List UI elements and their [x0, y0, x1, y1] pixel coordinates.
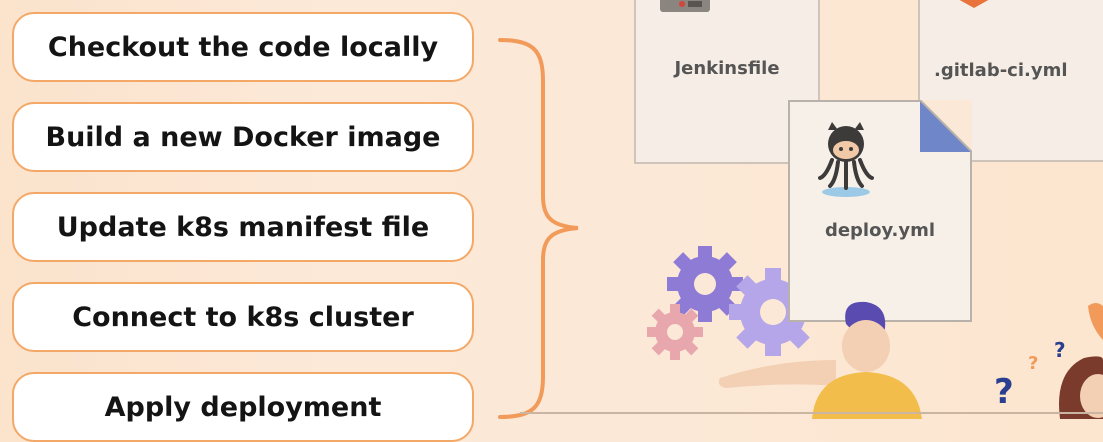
step-checkout: Checkout the code locally [12, 12, 474, 82]
step-apply-deployment: Apply deployment [12, 372, 474, 442]
github-octocat-icon [818, 122, 874, 197]
file-label-gitlab-ci: .gitlab-ci.yml [934, 60, 1068, 81]
file-label-jenkinsfile: Jenkinsfile [674, 58, 780, 79]
jenkins-icon [660, 0, 710, 12]
step-build-image: Build a new Docker image [12, 102, 474, 172]
step-label: Apply deployment [104, 391, 382, 423]
floor-line [520, 412, 1103, 414]
deploy-yml-document: deploy.yml [788, 100, 972, 322]
curly-brace-icon [498, 38, 579, 419]
gitlab-icon [959, 0, 989, 8]
step-label: Update k8s manifest file [56, 211, 430, 243]
question-mark: ? [994, 372, 1014, 412]
page-fold-icon [920, 100, 972, 152]
person-illustration [718, 301, 922, 419]
file-label-deploy-yml: deploy.yml [824, 220, 936, 241]
question-mark: ? [1028, 353, 1039, 374]
step-label: Checkout the code locally [47, 31, 439, 63]
step-update-manifest: Update k8s manifest file [12, 192, 474, 262]
step-label: Connect to k8s cluster [72, 301, 414, 333]
step-connect-cluster: Connect to k8s cluster [12, 282, 474, 352]
gear-icon [647, 304, 703, 360]
step-label: Build a new Docker image [45, 121, 441, 153]
confused-person-illustration [1059, 303, 1103, 419]
